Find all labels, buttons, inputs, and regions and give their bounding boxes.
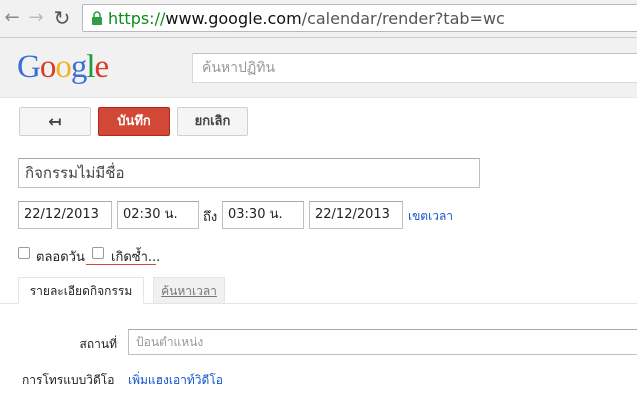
calendar-search-input[interactable] [193, 54, 637, 82]
lock-icon [92, 11, 102, 25]
timezone-link[interactable]: เขตเวลา [408, 207, 453, 226]
back-arrow-icon[interactable]: ← [2, 8, 22, 28]
event-title-field [18, 158, 480, 188]
forward-arrow-icon[interactable]: → [26, 8, 46, 28]
to-label: ถึง [203, 210, 218, 225]
all-day-checkbox[interactable] [18, 247, 30, 259]
url-path: /calendar/render?tab=wc [301, 9, 505, 28]
url-scheme: https:// [108, 9, 166, 28]
video-call-label: การโทรแบบวิดีโอ [22, 373, 115, 387]
end-date-field[interactable]: 22/12/2013 [309, 201, 403, 229]
add-hangout-link[interactable]: เพิ่มแฮงเอาท์วิดีโอ [128, 371, 223, 390]
reload-icon[interactable]: ↻ [52, 8, 72, 28]
logo-letter: G [17, 49, 41, 85]
logo-letter: e [94, 49, 110, 85]
logo-letter: o [39, 49, 56, 85]
logo-letter: l [86, 49, 95, 85]
repeat-checkbox[interactable] [92, 247, 104, 259]
google-logo[interactable]: Google [17, 49, 110, 85]
url-host: www.google.com [165, 9, 302, 28]
tab-event-details[interactable]: รายละเอียดกิจกรรม [18, 277, 144, 304]
end-time-field[interactable]: 03:30 น. [222, 201, 304, 229]
browser-toolbar: ← → ↻ https://www.google.com/calendar/re… [0, 0, 637, 38]
cancel-button[interactable]: ยกเลิก [177, 107, 248, 136]
save-button[interactable]: บันทึก [98, 107, 170, 136]
where-input[interactable] [129, 330, 637, 354]
logo-letter: g [70, 49, 87, 85]
all-day-label[interactable]: ตลอดวัน [36, 246, 85, 267]
calendar-search-box [192, 53, 637, 83]
event-title-input[interactable] [19, 159, 479, 187]
tab-find-time[interactable]: ค้นหาเวลา [153, 277, 225, 304]
start-time-field[interactable]: 02:30 น. [117, 201, 199, 229]
where-field [128, 329, 637, 355]
google-header: Google [0, 38, 637, 98]
start-date-field[interactable]: 22/12/2013 [18, 201, 112, 229]
address-bar[interactable]: https://www.google.com/calendar/render?t… [82, 4, 637, 32]
logo-letter: o [55, 49, 71, 85]
repeat-underline [86, 264, 156, 265]
where-label: สถานที่ [79, 337, 117, 351]
back-button[interactable]: ↤ [19, 107, 91, 136]
url-text: https://www.google.com/calendar/render?t… [108, 9, 505, 28]
